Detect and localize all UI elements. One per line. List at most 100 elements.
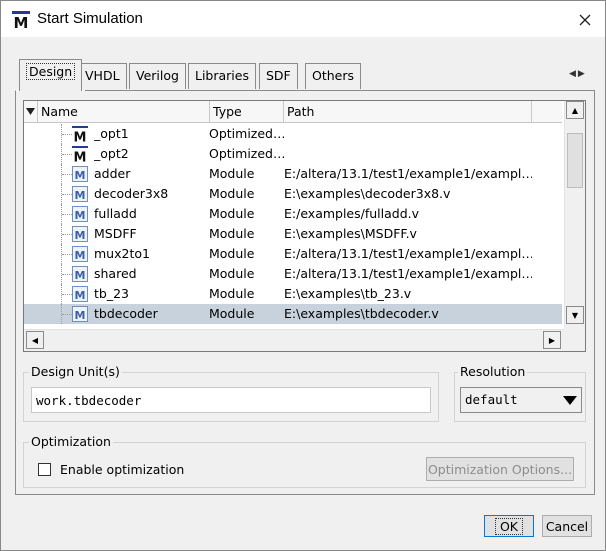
table-row-selected[interactable]: M tbdecoder Module E:\examples\tbdecoder… [24,304,562,324]
vertical-scrollbar[interactable]: ▲ ▼ [564,101,585,325]
tab-others[interactable]: Others [305,63,362,89]
row-path: E:/altera/13.1/test1/example1/exampl… [284,246,532,261]
row-path: E:\examples\tbdecoder.v [284,306,439,321]
tab-scroll-buttons[interactable]: ◀ ▶ [569,69,591,85]
module-icon: M [72,166,88,182]
optimization-group: Optimization Enable optimization Optimiz… [23,434,586,488]
row-type: Module [209,286,255,301]
row-name: mux2to1 [94,246,150,261]
scroll-corner [564,325,585,351]
ok-label: OK [494,517,524,535]
vertical-scroll-thumb[interactable] [567,133,583,188]
module-icon: M [72,246,88,262]
row-type: Optimized… [209,146,284,161]
table-row[interactable]: M shared Module E:/altera/13.1/test1/exa… [24,264,562,284]
row-type: Module [209,226,255,241]
table-row[interactable]: M mux2to1 Module E:/altera/13.1/test1/ex… [24,244,562,264]
row-name: tb_23 [94,286,129,301]
optimization-options-button[interactable]: Optimization Options... [426,457,574,481]
tab-sdf[interactable]: SDF [259,63,298,89]
svg-text:M: M [75,209,86,222]
row-type: Optimized… [209,126,284,141]
tab-panel-border [85,90,595,91]
list-rows: M _opt1 Optimized… M _opt2 Optimized… M … [24,124,562,325]
svg-text:M: M [14,14,29,29]
column-header-type[interactable]: Type [210,101,284,123]
row-type: Module [209,306,255,321]
scroll-down-icon[interactable]: ▼ [566,306,584,324]
row-name: _opt1 [94,126,129,141]
row-name: adder [94,166,131,181]
svg-text:M: M [75,169,86,182]
svg-text:M: M [75,309,86,322]
row-name: tbdecoder [94,306,158,321]
svg-text:M: M [74,151,87,163]
module-icon: M [72,186,88,202]
design-library-list[interactable]: Name Type Path M _opt1 Optimized… M _opt… [23,100,586,352]
enable-optimization-checkbox[interactable] [38,463,51,476]
table-row[interactable]: M _opt1 Optimized… [24,124,562,144]
table-row[interactable]: M tb_23 Module E:\examples\tb_23.v [24,284,562,304]
tab-scroll-right-icon[interactable]: ▶ [578,69,585,85]
row-name: fulladd [94,206,137,221]
table-row[interactable]: M fulladd Module E:/examples/fulladd.v [24,204,562,224]
column-header-name[interactable]: Name [38,101,210,123]
resolution-group: Resolution default [454,364,586,422]
module-icon: M [72,306,88,322]
row-path: E:\examples\tb_23.v [284,286,412,301]
optimization-label: Optimization [29,434,113,449]
optimized-icon: M [72,146,88,162]
svg-text:M: M [75,229,86,242]
module-icon: M [72,206,88,222]
list-header: Name Type Path [24,101,562,123]
ok-button[interactable]: OK [484,515,534,537]
svg-text:M: M [75,249,86,262]
module-icon: M [72,286,88,302]
scroll-up-icon[interactable]: ▲ [566,101,584,119]
table-row[interactable]: M MSDFF Module E:\examples\MSDFF.v [24,224,562,244]
row-type: Module [209,166,255,181]
tab-vhdl[interactable]: VHDL [78,63,127,89]
scroll-left-icon[interactable]: ◀ [26,331,44,349]
horizontal-scrollbar[interactable]: ◀ ▶ [24,329,564,351]
resolution-label: Resolution [458,364,528,379]
svg-text:M: M [74,131,87,143]
module-icon: M [72,266,88,282]
design-units-group: Design Unit(s) work.tbdecoder [23,364,439,422]
modelsim-m-icon: M [12,11,30,29]
row-path: E:/altera/13.1/test1/example1/exampl… [284,266,532,281]
close-icon [579,14,591,26]
column-header-path[interactable]: Path [284,101,532,123]
tab-verilog[interactable]: Verilog [129,63,186,89]
row-path: E:/examples/fulladd.v [284,206,420,221]
svg-text:M: M [75,289,86,302]
cancel-button[interactable]: Cancel [542,515,592,537]
table-row[interactable]: M decoder3x8 Module E:\examples\decoder3… [24,184,562,204]
tab-libraries[interactable]: Libraries [188,63,256,89]
enable-optimization-label[interactable]: Enable optimization [60,462,184,477]
tab-scroll-left-icon[interactable]: ◀ [569,69,576,85]
optimized-icon: M [72,126,88,142]
row-name: MSDFF [94,226,137,241]
table-row[interactable]: M _opt2 Optimized… [24,144,562,164]
resolution-select[interactable]: default [460,387,582,413]
title-bar: M Start Simulation [1,1,605,37]
window-title: Start Simulation [37,10,143,27]
table-row[interactable]: M adder Module E:/altera/13.1/test1/exam… [24,164,562,184]
row-name: _opt2 [94,146,129,161]
row-type: Module [209,266,255,281]
module-icon: M [72,226,88,242]
column-header-spacer [532,101,562,123]
resolution-value: default [465,392,518,407]
row-type: Module [209,206,255,221]
close-button[interactable] [568,7,602,33]
row-type: Module [209,246,255,261]
row-type: Module [209,186,255,201]
row-path: E:/altera/13.1/test1/example1/exampl… [284,166,532,181]
design-units-input[interactable]: work.tbdecoder [31,387,431,413]
svg-text:M: M [75,189,86,202]
collapse-all-icon[interactable] [24,101,38,123]
dropdown-arrow-icon[interactable] [560,389,580,411]
scroll-right-icon[interactable]: ▶ [543,331,561,349]
tab-design[interactable]: Design [19,59,83,91]
